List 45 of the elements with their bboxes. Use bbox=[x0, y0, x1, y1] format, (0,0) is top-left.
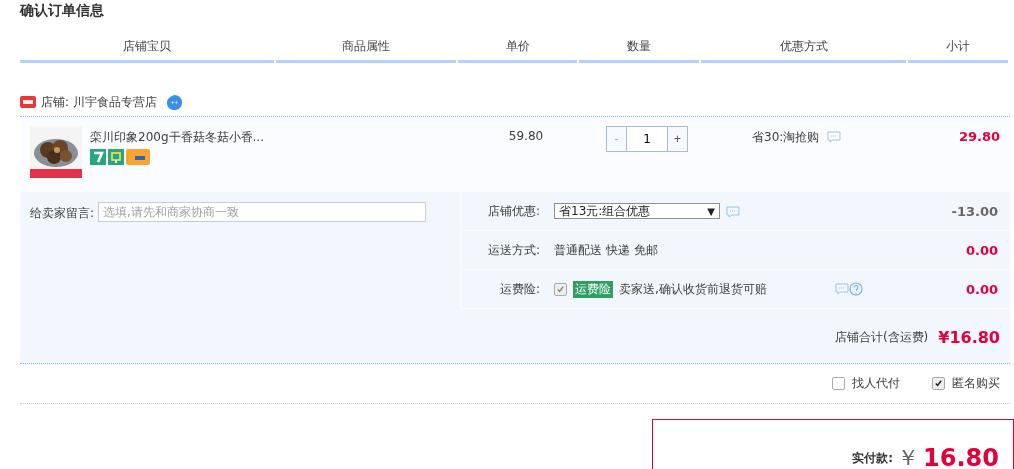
shop-name: 店铺: 川宇食品专营店 bbox=[41, 93, 157, 111]
comment-icon[interactable] bbox=[827, 131, 842, 143]
shop-total-amount: ¥16.80 bbox=[938, 327, 1000, 347]
row-label: 店铺优惠: bbox=[486, 202, 541, 220]
product-name[interactable]: 栾川印象200g干香菇冬菇小香... bbox=[90, 129, 264, 146]
currency-sign: ￥ bbox=[897, 444, 920, 469]
comment-icon[interactable] bbox=[726, 206, 740, 218]
message-field[interactable]: 选填,请先和商家协商一致 bbox=[98, 202, 427, 222]
checkmark-icon bbox=[556, 284, 565, 294]
row-label: 运费险: bbox=[498, 280, 541, 298]
unit-price: 59.80 bbox=[507, 128, 545, 145]
insurance-note: 卖家送,确认收货前退货可赔 bbox=[619, 280, 767, 298]
insurance-tag: 运费险 bbox=[573, 280, 613, 298]
discount-label: 省30:淘抢购 bbox=[752, 129, 820, 146]
column-header: 数量 bbox=[579, 38, 699, 63]
payment-amount: 16.80 bbox=[923, 444, 999, 469]
service-badge-icon bbox=[90, 149, 106, 165]
option-label: 匿名购买 bbox=[952, 375, 1000, 392]
row-amount: 0.00 bbox=[964, 281, 999, 297]
row-label: 运送方式: bbox=[486, 241, 541, 259]
chat-icon[interactable] bbox=[165, 93, 183, 111]
page-title: 确认订单信息 bbox=[18, 1, 105, 20]
option-label: 找人代付 bbox=[852, 375, 900, 392]
service-badge-icon bbox=[108, 149, 124, 165]
card-badge-icon bbox=[126, 149, 150, 165]
checkbox[interactable] bbox=[832, 377, 845, 390]
column-header: 小计 bbox=[908, 38, 1008, 63]
discount-select[interactable]: 省13元:组合优惠 ▼ bbox=[554, 203, 720, 219]
column-header: 商品属性 bbox=[276, 38, 456, 63]
shop-badge-icon bbox=[20, 96, 36, 108]
comment-icon[interactable] bbox=[834, 283, 849, 295]
help-icon[interactable] bbox=[848, 282, 863, 296]
column-header: 单价 bbox=[458, 38, 577, 63]
shop-total-label: 店铺合计(含运费) bbox=[834, 328, 929, 346]
row-amount: 0.00 bbox=[964, 242, 999, 258]
payment-label: 实付款: bbox=[852, 449, 894, 467]
checkmark-icon bbox=[934, 379, 943, 388]
checkbox[interactable] bbox=[554, 282, 567, 296]
message-label: 给卖家留言: bbox=[30, 205, 95, 222]
checkbox[interactable] bbox=[932, 377, 945, 390]
item-subtotal: 29.80 bbox=[957, 128, 1001, 146]
shipping-method: 普通配送 快递 免邮 bbox=[554, 241, 658, 259]
column-header: 优惠方式 bbox=[701, 38, 906, 63]
row-amount: -13.00 bbox=[950, 203, 999, 219]
column-header: 店铺宝贝 bbox=[20, 38, 274, 63]
